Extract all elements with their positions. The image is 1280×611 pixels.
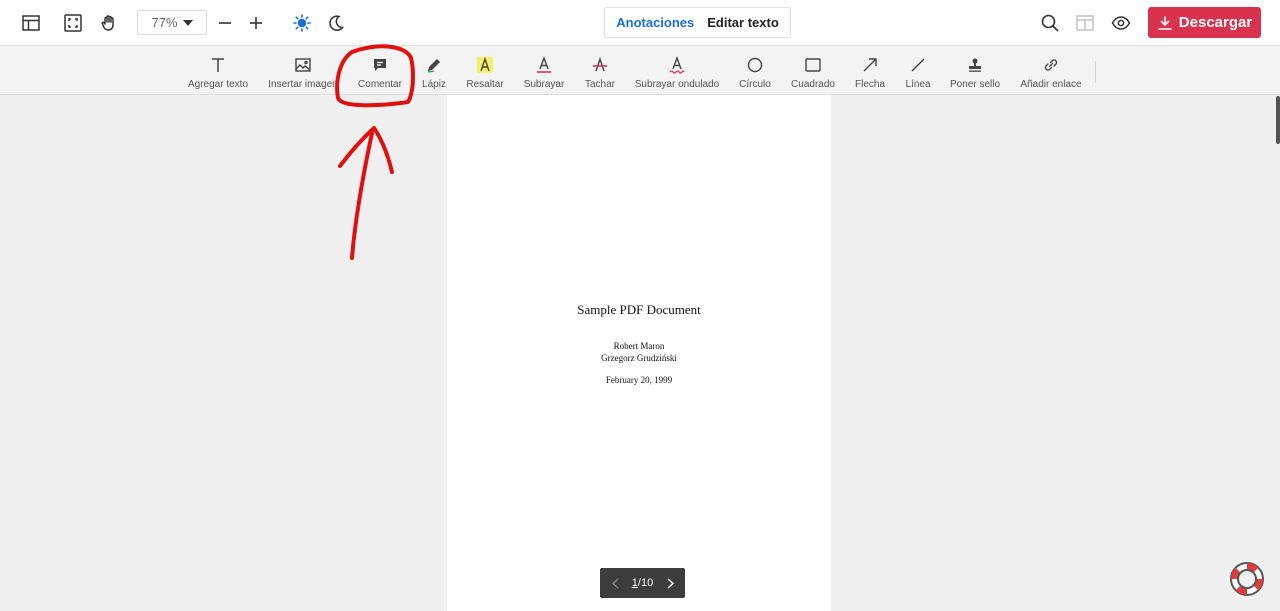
tool-strikethrough[interactable]: Tachar (583, 47, 617, 95)
page-indicator: 1/10 (632, 577, 653, 589)
download-icon (1157, 15, 1172, 30)
dark-mode-icon[interactable] (322, 9, 350, 37)
help-lifebuoy-icon[interactable] (1228, 560, 1266, 598)
circle-icon (744, 54, 766, 76)
document-author: Grzegorz Grudziński (601, 353, 677, 363)
pdf-page: Sample PDF Document Robert Maron Grzegor… (447, 95, 831, 611)
mode-tabs: Anotaciones Editar texto (604, 7, 791, 38)
tool-square[interactable]: Cuadrado (790, 47, 836, 95)
underline-icon (533, 54, 555, 76)
fullscreen-icon[interactable] (59, 9, 87, 37)
wavy-underline-icon (666, 54, 688, 76)
download-label: Descargar (1178, 14, 1253, 31)
arrow-icon (859, 54, 881, 76)
hand-icon[interactable] (95, 9, 123, 37)
download-button[interactable]: Descargar (1148, 7, 1261, 38)
tool-arrow[interactable]: Flecha (853, 47, 887, 95)
image-icon (292, 54, 314, 76)
square-icon (802, 54, 824, 76)
total-pages: 10 (640, 577, 654, 589)
zoom-in-icon[interactable] (242, 9, 270, 37)
top-bar: 77% Anotaciones Editar texto Descargar (0, 0, 1280, 46)
zoom-out-icon[interactable] (211, 9, 239, 37)
tool-comment[interactable]: Comentar (357, 47, 403, 95)
pencil-icon (423, 54, 445, 76)
tool-label: Cuadrado (791, 79, 835, 90)
tool-add-link[interactable]: Añadir enlace (1019, 47, 1083, 95)
panel-icon[interactable] (1071, 9, 1099, 37)
layout-icon[interactable] (17, 9, 45, 37)
tool-add-text[interactable]: Agregar texto (188, 47, 248, 95)
document-author: Robert Maron (613, 341, 665, 351)
stamp-icon (964, 54, 986, 76)
light-mode-icon[interactable] (288, 9, 316, 37)
tool-label: Subrayar (523, 79, 565, 90)
zoom-level: 77% (151, 15, 178, 30)
tool-insert-image[interactable]: Insertar imagen (268, 47, 338, 95)
zoom-select[interactable]: 77% (137, 10, 207, 35)
chevron-right-icon[interactable] (665, 577, 675, 589)
comment-icon (369, 54, 391, 76)
tool-line[interactable]: Línea (903, 47, 933, 95)
tool-circle[interactable]: Círculo (737, 47, 773, 95)
tool-pencil[interactable]: Lápiz (421, 47, 447, 95)
link-icon (1040, 54, 1062, 76)
annotation-toolbar: Agregar texto Insertar imagen Comentar L… (0, 47, 1280, 95)
tool-underline[interactable]: Subrayar (522, 47, 566, 95)
tool-wavy-underline[interactable]: Subrayar ondulado (634, 47, 720, 95)
scrollbar[interactable] (1276, 96, 1280, 144)
search-icon[interactable] (1036, 9, 1064, 37)
document-date: February 20, 1999 (605, 375, 673, 385)
strikethrough-icon (589, 54, 611, 76)
chevron-left-icon[interactable] (610, 577, 620, 589)
page-navigator: 1/10 (600, 568, 685, 598)
tool-label: Añadir enlace (1020, 79, 1082, 90)
tool-label: Insertar imagen (268, 79, 338, 90)
tool-label: Lápiz (422, 79, 446, 90)
tool-label: Agregar texto (187, 79, 249, 90)
tool-label: Tachar (584, 79, 615, 90)
tool-label: Subrayar ondulado (634, 79, 720, 90)
highlight-icon (474, 54, 496, 76)
tool-label: Línea (905, 79, 931, 90)
tool-label: Resaltar (466, 79, 504, 90)
toolbar-divider (1095, 61, 1096, 83)
tool-label: Flecha (854, 79, 885, 90)
tool-label: Poner sello (949, 79, 1001, 90)
tab-edit-text[interactable]: Editar texto (707, 15, 779, 30)
tool-stamp[interactable]: Poner sello (949, 47, 1001, 95)
text-icon (207, 54, 229, 76)
chevron-down-icon (182, 19, 193, 26)
eye-icon[interactable] (1107, 9, 1135, 37)
line-icon (907, 54, 929, 76)
document-title: Sample PDF Document (577, 302, 701, 317)
tab-annotations[interactable]: Anotaciones (616, 15, 694, 30)
tool-highlight[interactable]: Resaltar (465, 47, 505, 95)
tool-label: Comentar (358, 79, 402, 90)
tool-label: Círculo (739, 79, 771, 90)
